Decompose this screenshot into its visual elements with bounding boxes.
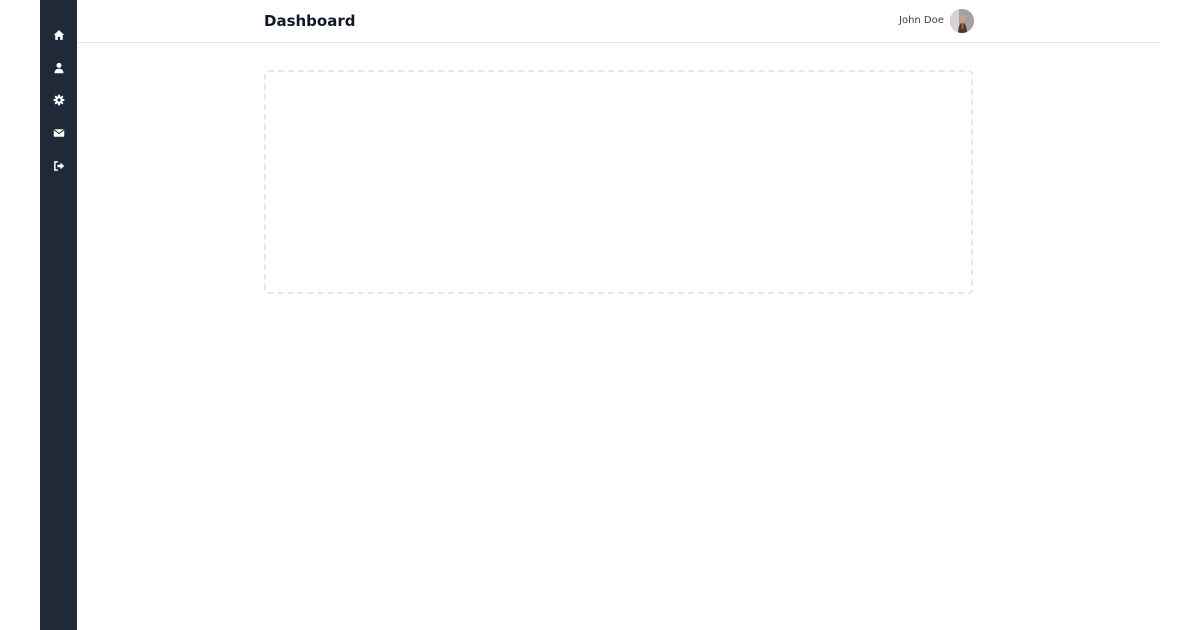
home-icon [53,29,65,41]
sidebar [40,0,77,630]
user-icon [53,62,65,74]
sign-out-icon [53,160,65,172]
gear-icon [53,94,65,106]
page-title: Dashboard [264,12,356,30]
sidebar-item-logout[interactable] [40,156,77,176]
envelope-icon [53,127,65,139]
avatar[interactable] [950,9,974,33]
user-name[interactable]: John Doe [899,14,944,28]
sidebar-item-user[interactable] [40,58,77,78]
sidebar-item-home[interactable] [40,25,77,45]
sidebar-item-settings[interactable] [40,90,77,110]
top-header: Dashboard John Doe [77,0,1160,43]
content-placeholder [264,70,973,294]
sidebar-item-messages[interactable] [40,123,77,143]
